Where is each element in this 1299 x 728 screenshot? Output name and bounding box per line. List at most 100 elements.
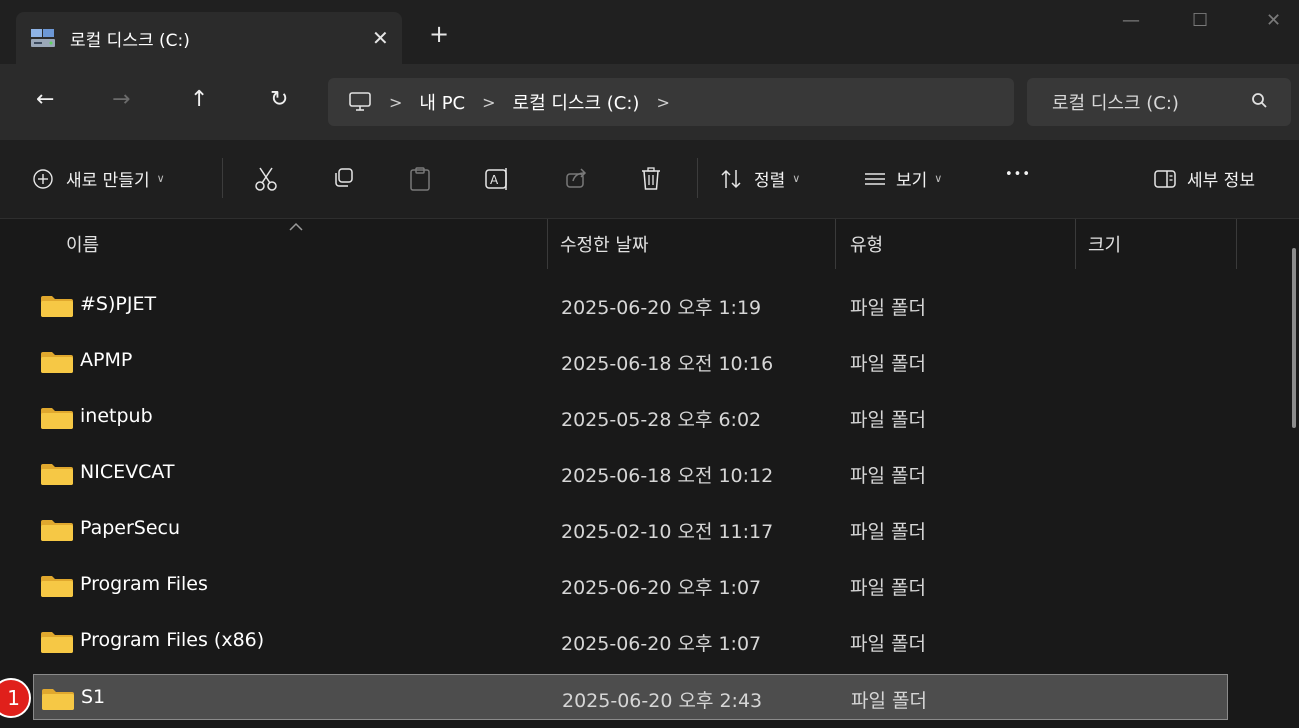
file-type: 파일 폴더 [851,690,927,712]
details-pane-label: 세부 정보 [1187,171,1255,191]
column-divider[interactable] [547,219,548,269]
file-type: 파일 폴더 [850,465,926,487]
folder-icon [41,632,73,653]
breadcrumb-local-disk[interactable]: 로컬 디스크 (C:) [513,89,640,115]
minimize-icon[interactable]: — [1122,10,1140,31]
chevron-down-icon: ∨ [934,172,943,185]
file-name: Program Files (x86) [80,629,265,651]
sort-ascending-icon [289,222,303,231]
paste-icon[interactable] [408,166,432,192]
file-type: 파일 폴더 [850,353,926,375]
sort-button[interactable]: 정렬 ∨ [720,166,800,191]
title-bar: 로컬 디스크 (C:) ✕ + — ☐ ✕ [0,0,1299,64]
address-chevron[interactable]: > [389,93,402,112]
address-bar[interactable]: > 내 PC > 로컬 디스크 (C:) > [328,78,1014,126]
window-close-icon[interactable]: ✕ [1266,10,1281,31]
file-modified-date: 2025-02-10 오전 11:17 [561,521,774,543]
details-pane-icon [1154,169,1176,188]
file-row[interactable]: #S)PJET 2025-06-20 오후 1:19 파일 폴더 [33,282,1228,328]
chevron-down-icon: ∨ [156,172,165,185]
new-button-label: 새로 만들기 [66,171,150,191]
file-row[interactable]: APMP 2025-06-18 오전 10:16 파일 폴더 [33,338,1228,384]
sort-icon [721,169,741,188]
file-name: inetpub [80,405,153,427]
file-name: APMP [80,349,133,371]
column-header-date[interactable]: 수정한 날짜 [560,219,649,269]
column-header-name[interactable]: 이름 [66,219,99,269]
search-box[interactable]: 로컬 디스크 (C:) [1027,78,1291,126]
tab-close-icon[interactable]: ✕ [372,26,389,50]
folder-icon [41,464,73,485]
sort-button-label: 정렬 [754,171,786,191]
file-name: PaperSecu [80,517,181,539]
chevron-down-icon: ∨ [792,172,801,185]
file-name: Program Files [80,573,208,595]
drive-icon [31,29,55,47]
file-row[interactable]: Program Files (x86) 2025-06-20 오후 1:07 파일 … [33,618,1228,664]
column-divider[interactable] [835,219,836,269]
file-modified-date: 2025-06-20 오후 1:07 [561,577,762,599]
file-type: 파일 폴더 [850,297,926,319]
new-button[interactable]: 새로 만들기 ∨ [32,166,165,191]
file-type: 파일 폴더 [850,521,926,543]
tab-title: 로컬 디스크 (C:) [70,30,190,51]
vertical-scrollbar[interactable] [1292,248,1296,428]
file-modified-date: 2025-06-18 오전 10:16 [561,353,774,375]
view-button[interactable]: 보기 ∨ [864,166,942,191]
folder-icon [41,408,73,429]
file-modified-date: 2025-06-20 오후 2:43 [562,690,763,712]
file-type: 파일 폴더 [850,577,926,599]
file-row[interactable]: S1 2025-06-20 오후 2:43 파일 폴더 [33,674,1228,720]
new-tab-button[interactable]: + [429,22,449,46]
file-list: 이름 수정한 날짜 유형 크기 #S)PJET 2025-06-20 오후 1:1… [0,219,1299,728]
address-chevron[interactable]: > [656,93,669,112]
more-options-icon[interactable]: ••• [1005,167,1031,182]
command-bar: 새로 만들기 ∨ A 정렬 ∨ 보기 ∨ ••• 세부 정보 [0,140,1299,219]
rename-icon[interactable]: A [484,166,512,192]
column-header-type[interactable]: 유형 [850,219,883,269]
file-type: 파일 폴더 [850,409,926,431]
pc-icon [349,92,371,111]
search-icon [1252,93,1267,108]
refresh-icon[interactable]: ↻ [270,88,288,112]
svg-text:A: A [490,173,499,187]
delete-icon[interactable] [640,166,662,192]
tab-local-disk[interactable]: 로컬 디스크 (C:) ✕ [16,12,402,64]
file-row[interactable]: NICEVCAT 2025-06-18 오전 10:12 파일 폴더 [33,450,1228,496]
file-name: S1 [81,686,106,708]
breadcrumb-this-pc[interactable]: 내 PC [419,89,465,115]
toolbar-divider [697,158,698,198]
file-name: #S)PJET [80,293,157,315]
plus-circle-icon [33,168,53,189]
details-pane-button[interactable]: 세부 정보 [1153,166,1255,191]
file-row[interactable]: PaperSecu 2025-02-10 오전 11:17 파일 폴더 [33,506,1228,552]
share-icon[interactable] [564,166,588,190]
maximize-icon[interactable]: ☐ [1192,10,1208,31]
file-modified-date: 2025-06-20 오후 1:07 [561,633,762,655]
navigation-bar: ← → ↑ ↻ > 내 PC > 로컬 디스크 (C:) > 로컬 디스크 (C… [0,64,1299,140]
column-header-size[interactable]: 크기 [1088,219,1121,269]
file-row[interactable]: inetpub 2025-05-28 오후 6:02 파일 폴더 [33,394,1228,440]
view-button-label: 보기 [896,171,928,191]
view-list-icon [865,172,885,185]
toolbar-divider [222,158,223,198]
folder-icon [41,296,73,317]
address-chevron[interactable]: > [482,93,495,112]
forward-icon[interactable]: → [112,88,130,112]
copy-icon[interactable] [331,166,355,190]
file-row[interactable]: Program Files 2025-06-20 오후 1:07 파일 폴더 [33,562,1228,608]
folder-icon [41,520,73,541]
folder-icon [41,352,73,373]
back-icon[interactable]: ← [36,88,54,112]
column-divider[interactable] [1236,219,1237,269]
folder-icon [41,576,73,597]
search-input[interactable]: 로컬 디스크 (C:) [1052,89,1179,115]
up-icon[interactable]: ↑ [190,88,208,112]
file-modified-date: 2025-06-20 오후 1:19 [561,297,762,319]
column-divider[interactable] [1075,219,1076,269]
file-modified-date: 2025-05-28 오후 6:02 [561,409,762,431]
file-name: NICEVCAT [80,461,175,483]
file-type: 파일 폴더 [850,633,926,655]
cut-icon[interactable] [254,166,278,192]
file-modified-date: 2025-06-18 오전 10:12 [561,465,774,487]
